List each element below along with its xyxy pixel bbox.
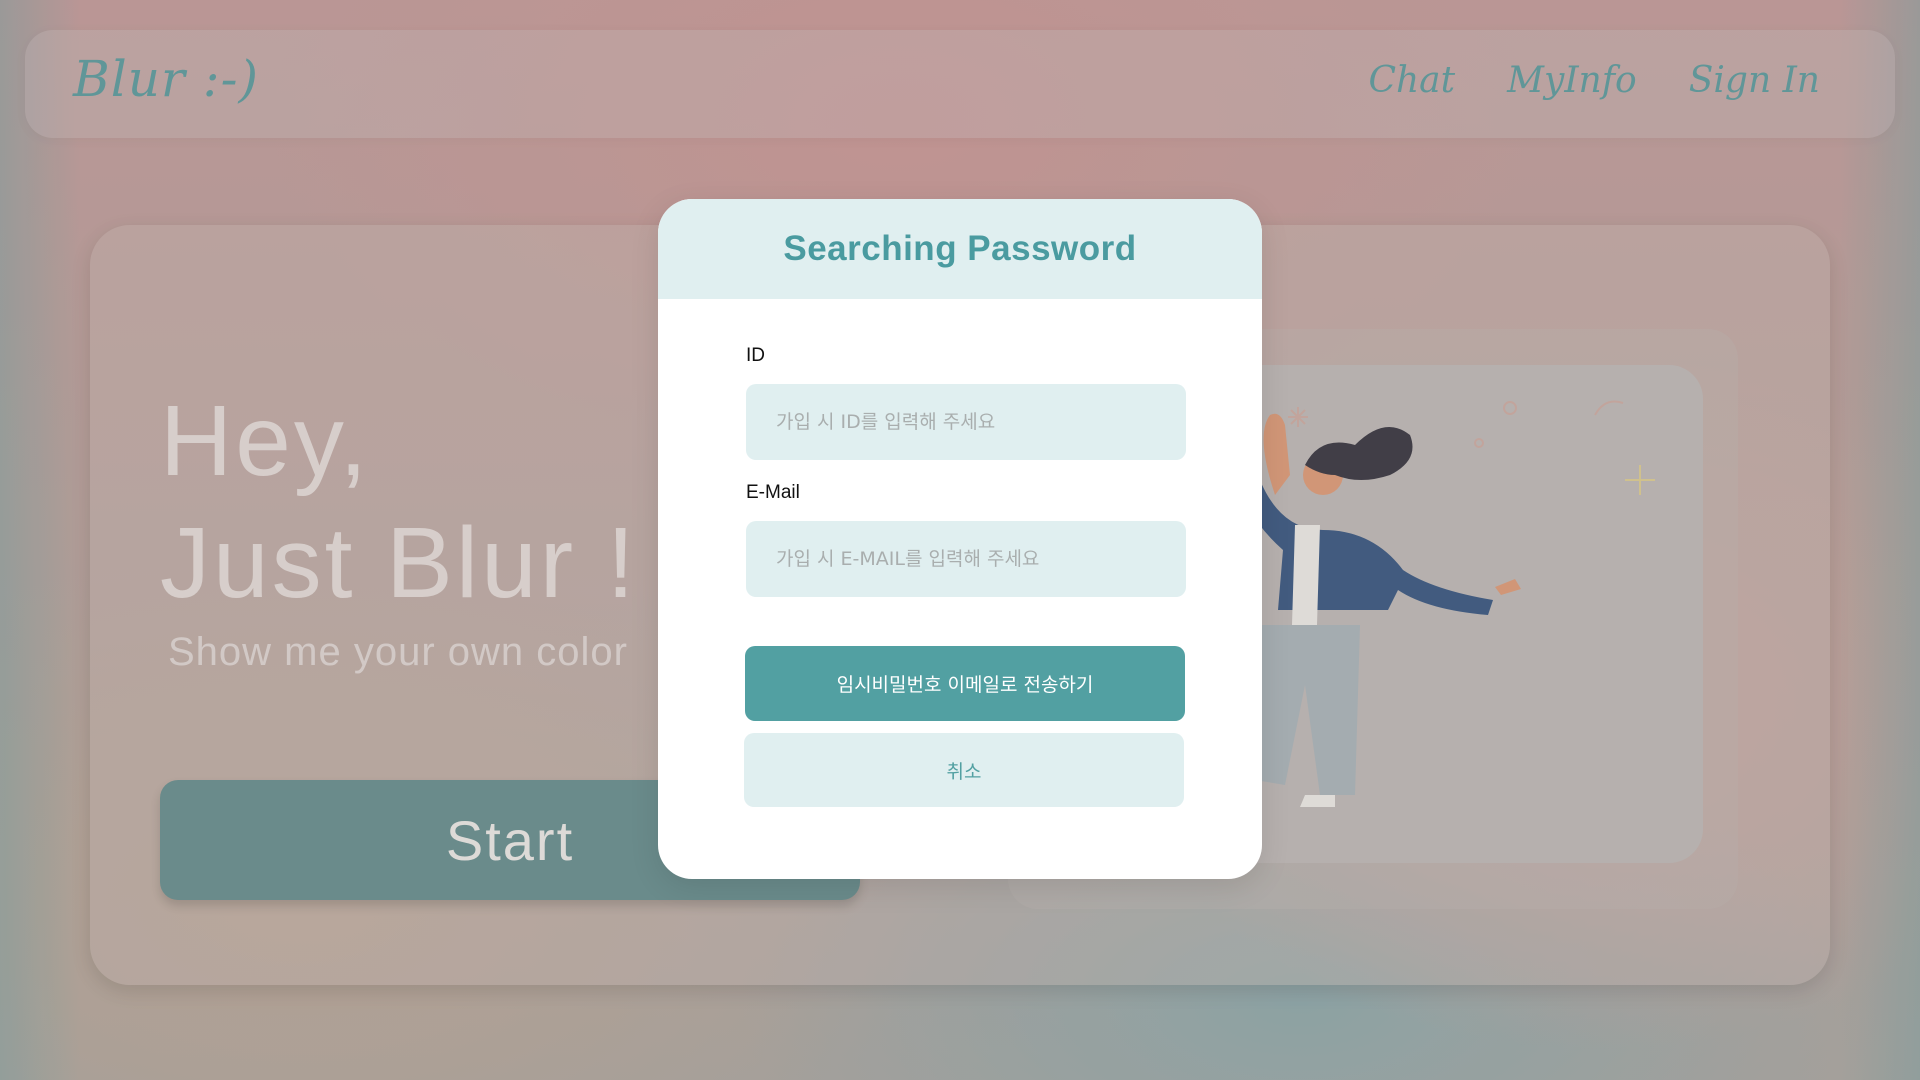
email-input[interactable] <box>746 521 1186 597</box>
modal-header: Searching Password <box>658 199 1262 299</box>
page: Blur :-) Chat MyInfo Sign In Hey, Just B… <box>0 0 1920 1080</box>
email-label: E-Mail <box>746 482 800 503</box>
modal-title: Searching Password <box>783 229 1137 268</box>
id-input[interactable] <box>746 384 1186 460</box>
send-temp-password-button[interactable]: 임시비밀번호 이메일로 전송하기 <box>745 646 1185 721</box>
password-search-modal: Searching Password ID E-Mail 임시비밀번호 이메일로… <box>658 199 1262 879</box>
id-label: ID <box>746 345 765 366</box>
cancel-button[interactable]: 취소 <box>744 733 1184 807</box>
